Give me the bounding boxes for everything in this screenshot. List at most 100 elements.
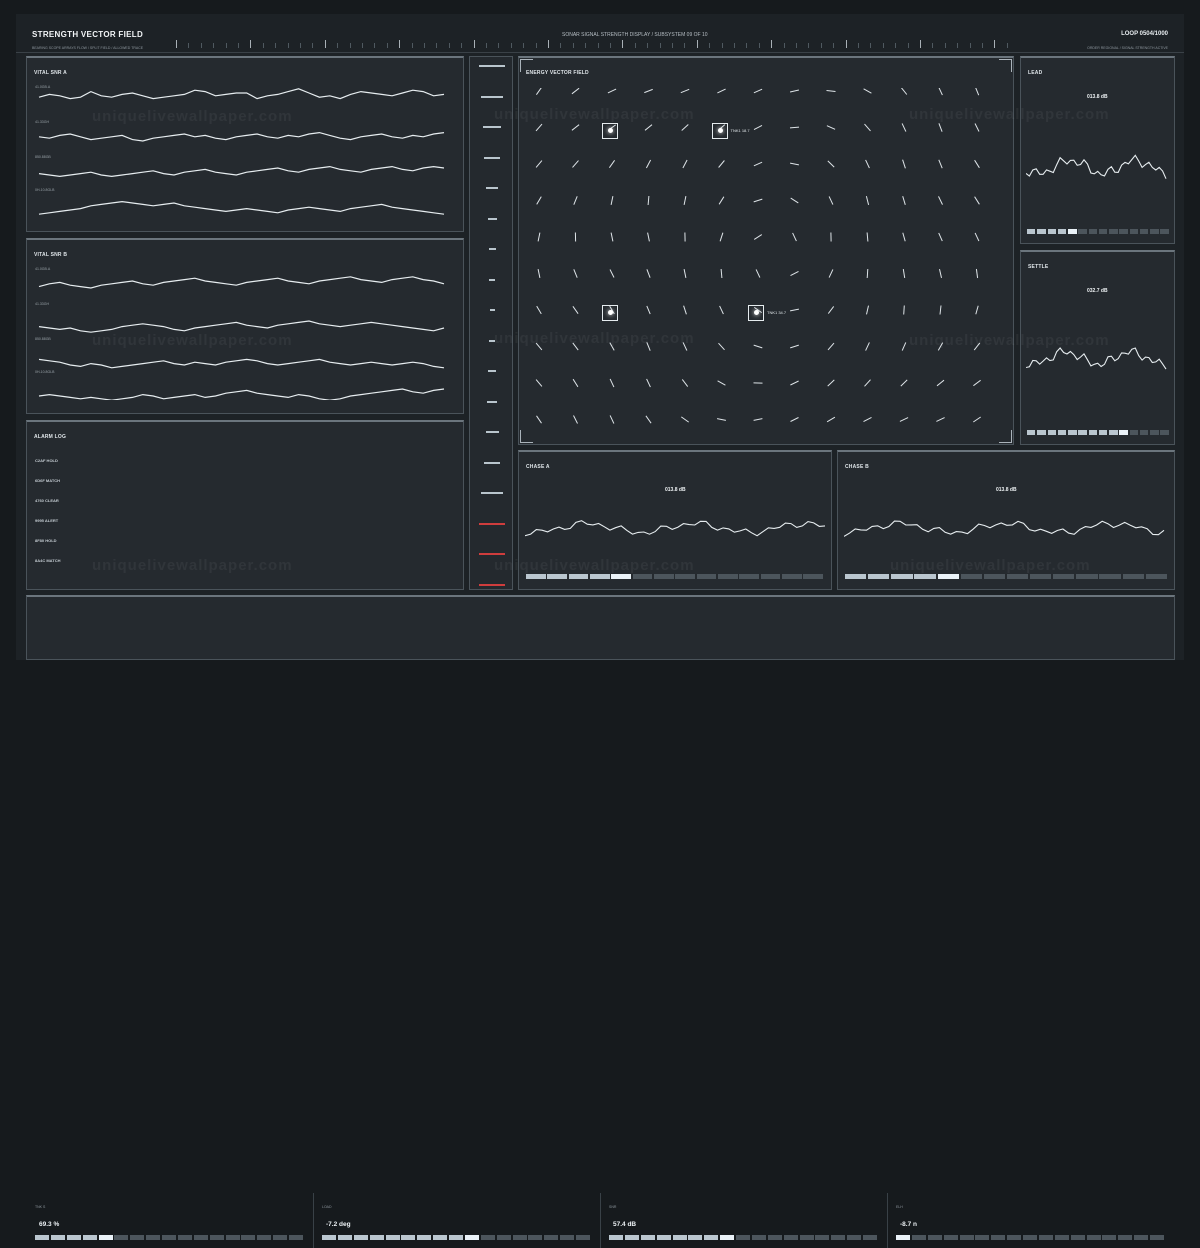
progress-segment [1055,1235,1069,1240]
vector-stroke [537,416,542,423]
progress-segment [1109,430,1117,435]
progress-segment [1068,430,1076,435]
ruler-tick [846,40,847,48]
progress-segment [1160,229,1168,234]
progress-segment [1099,574,1120,579]
progress-segment [370,1235,384,1240]
ruler-tick [821,43,822,48]
vector-stroke [790,163,799,165]
ruler-tick [350,43,351,48]
alarm-item: 4760 CLEAR [35,498,59,503]
alarm-item: 6D6F MATCH [35,478,60,483]
chase-a-title: CHASE A [526,464,550,470]
ruler-tick [188,43,189,48]
loop-indicator: LOOP 0504/1000 [1121,31,1168,37]
chase-a-panel: CHASE A 013.8 dB uniquelivewallpaper.com [518,450,832,590]
vector-stroke [867,233,868,242]
progress-segment [481,1235,495,1240]
progress-segment [226,1235,240,1240]
ruler-tick [970,43,971,48]
vector-stroke [827,91,836,92]
vector-stroke [574,269,577,277]
vector-stroke [754,162,762,166]
vital-series-line [39,321,444,332]
vector-stroke [939,123,942,131]
progress-segment [497,1235,511,1240]
target-square-icon[interactable] [602,123,618,139]
vector-stroke [900,418,908,422]
progress-segment [1027,229,1035,234]
progress-segment [386,1235,400,1240]
vector-stroke [901,380,907,386]
vector-stroke [681,417,688,422]
chase-b-progress-bar [845,574,1167,579]
vertical-signal-scale [469,56,513,590]
scale-marker [486,187,498,189]
progress-segment [868,574,889,579]
vector-stroke [829,269,833,277]
vital-series-line [39,277,444,288]
vector-field-chart [529,88,1005,438]
progress-segment [1030,574,1051,579]
progress-segment [896,1235,910,1240]
vector-stroke [866,160,870,168]
settle-progress-bar [1027,430,1169,435]
progress-segment [1007,574,1028,579]
vector-stroke [684,306,687,315]
progress-segment [241,1235,255,1240]
vector-stroke [902,342,906,350]
progress-segment [761,574,781,579]
progress-segment [528,1235,542,1240]
target-square-icon[interactable] [602,305,618,321]
vector-stroke [904,306,905,315]
vital-series-line [39,359,444,367]
ruler-tick [337,43,338,48]
progress-segment [417,1235,431,1240]
progress-segment [991,1235,1005,1240]
progress-segment [688,1235,702,1240]
ruler-tick [263,43,264,48]
target-square-icon[interactable] [712,123,728,139]
watermark: uniquelivewallpaper.com [92,108,293,125]
progress-segment [560,1235,574,1240]
progress-segment [1140,430,1148,435]
vector-stroke [574,416,578,424]
progress-segment [718,574,738,579]
progress-segment [960,1235,974,1240]
progress-segment [847,1235,861,1240]
bottom-metric-progress-bar [35,1235,303,1240]
scale-marker [489,248,496,250]
vector-stroke [609,160,614,167]
progress-segment [1027,430,1035,435]
vector-stroke [901,88,907,95]
vector-stroke [648,196,649,205]
progress-segment [1007,1235,1021,1240]
progress-segment [210,1235,224,1240]
alarm-log-panel: ALARM LOG C2AF HOLD6D6F MATCH4760 CLEAR9… [26,420,464,590]
bottom-metric-progress-bar [896,1235,1164,1240]
scale-marker [481,96,503,98]
target-square-icon[interactable] [748,305,764,321]
chase-a-progress-bar [526,574,823,579]
ruler-tick [895,43,896,48]
ruler-tick [374,43,375,48]
vector-stroke [646,416,651,423]
vector-stroke [937,380,944,386]
header-right-subtitle: ORDER REGIONAL / SIGNAL STRENGTH ACTIVE [1087,46,1168,50]
vector-stroke [865,380,871,387]
ruler-tick [746,43,747,48]
vector-stroke [903,233,905,242]
progress-segment [912,1235,926,1240]
ruler-tick [920,40,921,48]
vector-stroke [684,196,686,205]
ruler-tick [300,43,301,48]
vector-stroke [610,415,614,423]
vector-stroke [756,269,760,277]
ruler-tick [387,43,388,48]
progress-segment [938,574,959,579]
alarm-item: 9995 ALERT [35,518,58,523]
ruler-tick [858,43,859,48]
progress-segment [704,1235,718,1240]
vector-stroke [536,380,542,387]
vector-stroke [975,88,978,95]
